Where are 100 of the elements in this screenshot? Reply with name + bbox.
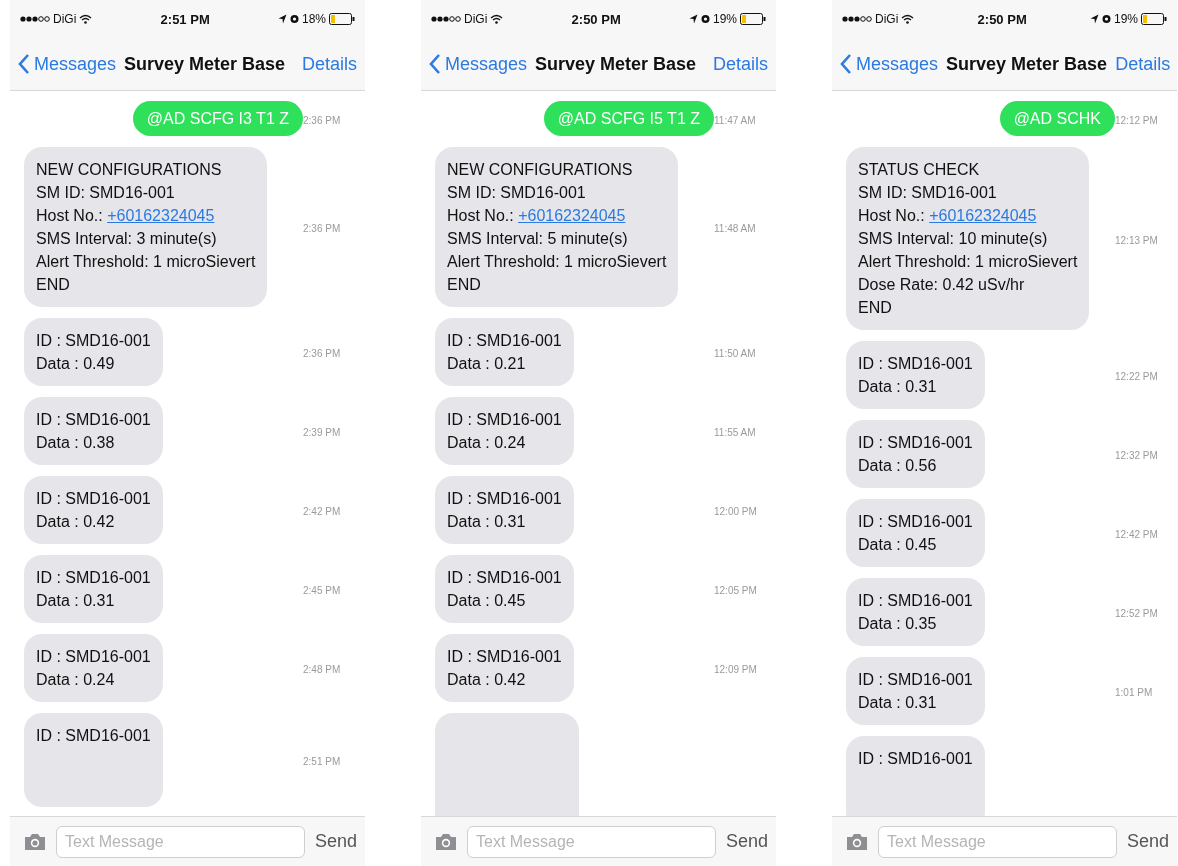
back-link[interactable]: Messages [429, 53, 528, 75]
message-text: STATUS CHECK [858, 160, 981, 180]
camera-icon [435, 832, 457, 851]
message-text: Dose Rate: 0.42 uSv/hr [858, 275, 1026, 295]
details-link[interactable]: Details [301, 53, 365, 75]
alarm-icon [289, 14, 299, 24]
send-button[interactable]: Send [314, 831, 357, 852]
status-time: 2:50 PM [571, 11, 621, 27]
status-time: 2:51 PM [160, 11, 210, 27]
message-text: END [858, 298, 893, 318]
message-time: 12:00 PM [714, 506, 757, 517]
message-text: @AD SCFG I5 T1 Z [557, 109, 700, 129]
message-text: Data : 0.49 [36, 354, 116, 374]
message-time: 12:42 PM [1115, 529, 1158, 540]
phone-number-link[interactable]: +60162324045 [518, 207, 626, 224]
message-text: ID : SMD16-001 [858, 354, 973, 374]
battery-percent: 19% [712, 12, 737, 26]
message-text: Host No.: [858, 207, 926, 224]
message-text: @AD SCHK [1013, 109, 1101, 129]
message-text: ID : SMD16-001 [447, 489, 562, 509]
message-text: Data : 0.31 [447, 512, 527, 532]
message-text: SM ID: SMD16-001 [447, 183, 587, 203]
message-text: @AD SCFG I3 T1 Z [146, 109, 289, 129]
details-link[interactable]: Details [1115, 53, 1177, 75]
message-time: 12:32 PM [1115, 450, 1158, 461]
conversation-title: Survey Meter Base [946, 53, 1108, 75]
battery-percent: 19% [1113, 12, 1138, 26]
battery-percent: 18% [301, 12, 326, 26]
alarm-icon [1101, 14, 1111, 24]
message-text: ID : SMD16-001 [36, 568, 151, 588]
message-text: Data : 0.38 [36, 433, 116, 453]
message-text: ID : SMD16-001 [447, 410, 562, 430]
message-text: ID : SMD16-001 [36, 489, 151, 509]
signal-dots-icon [431, 15, 461, 23]
message-input-field[interactable]: Text Message [467, 825, 716, 858]
message-text: Host No.: [447, 207, 515, 224]
message-text: ID : SMD16-001 [858, 591, 973, 611]
message-time: 2:36 PM [303, 114, 341, 126]
phone-number-link[interactable]: +60162324045 [929, 207, 1037, 224]
message-text: SMS Interval: 3 minute(s) [36, 229, 218, 249]
wifi-icon [901, 14, 915, 24]
message-time: 12:12 PM [1115, 114, 1158, 126]
message-text: Host No.: [36, 207, 104, 224]
location-arrow-icon [688, 14, 698, 24]
message-input-field[interactable]: Text Message [878, 825, 1117, 858]
send-button[interactable]: Send [725, 831, 768, 852]
details-link[interactable]: Details [712, 53, 776, 75]
wifi-icon [490, 14, 504, 24]
battery-icon [1141, 13, 1167, 25]
message-text: NEW CONFIGURATIONS [447, 160, 634, 180]
carrier-name: DiGi [53, 12, 77, 26]
carrier-name: DiGi [875, 12, 899, 26]
camera-icon [846, 832, 868, 851]
battery-icon [329, 13, 355, 25]
send-button[interactable]: Send [1126, 831, 1169, 852]
back-chevron-icon [840, 53, 852, 75]
message-text: Data : 0.56 [858, 456, 938, 476]
camera-icon [24, 832, 46, 851]
message-text: Data : 0.31 [36, 591, 116, 611]
message-text: Data : 0.45 [447, 591, 527, 611]
message-time: 2:51 PM [303, 756, 341, 767]
message-time: 12:05 PM [714, 585, 757, 596]
message-text: Alert Threshold: 1 microSievert [858, 252, 1078, 272]
phone-number-link[interactable]: +60162324045 [107, 207, 215, 224]
message-time: 2:42 PM [303, 506, 341, 517]
message-time: 2:39 PM [303, 427, 341, 438]
conversation-title: Survey Meter Base [535, 53, 698, 75]
message-text: ID : SMD16-001 [858, 670, 973, 690]
message-text: Data : 0.24 [447, 433, 527, 453]
message-text: Data : 0.31 [858, 693, 938, 713]
location-arrow-icon [277, 14, 287, 24]
message-time: 12:52 PM [1115, 608, 1158, 619]
message-time: 2:45 PM [303, 585, 341, 596]
message-text: SM ID: SMD16-001 [858, 183, 998, 203]
message-text: Data : 0.42 [447, 670, 527, 690]
back-link[interactable]: Messages [18, 53, 117, 75]
message-time: 11:48 AM [714, 223, 756, 234]
message-text: Alert Threshold: 1 microSievert [447, 252, 667, 272]
signal-dots-icon [20, 15, 50, 23]
message-text: ID : SMD16-001 [36, 410, 151, 430]
message-input-field[interactable]: Text Message [56, 825, 305, 858]
signal-dots-icon [842, 15, 872, 23]
message-text: ID : SMD16-001 [858, 512, 973, 532]
message-text: ID : SMD16-001 [858, 433, 973, 453]
message-text: SMS Interval: 10 minute(s) [858, 229, 1049, 249]
message-text: ID : SMD16-001 [447, 647, 562, 667]
back-link[interactable]: Messages [840, 53, 939, 75]
message-text: Data : 0.35 [858, 614, 938, 634]
message-text: Data : 0.31 [858, 377, 938, 397]
message-text: ID : SMD16-001 [36, 331, 151, 351]
message-time: 2:36 PM [303, 348, 341, 359]
carrier-name: DiGi [464, 12, 488, 26]
message-text: END [447, 275, 482, 295]
message-text: Data : 0.45 [858, 535, 938, 555]
message-text: ID : SMD16-001 [36, 726, 151, 746]
message-text: NEW CONFIGURATIONS [36, 160, 223, 180]
battery-icon [740, 13, 766, 25]
message-time: 11:50 AM [714, 348, 756, 359]
message-time: 11:47 AM [714, 114, 756, 126]
back-chevron-icon [429, 53, 441, 75]
